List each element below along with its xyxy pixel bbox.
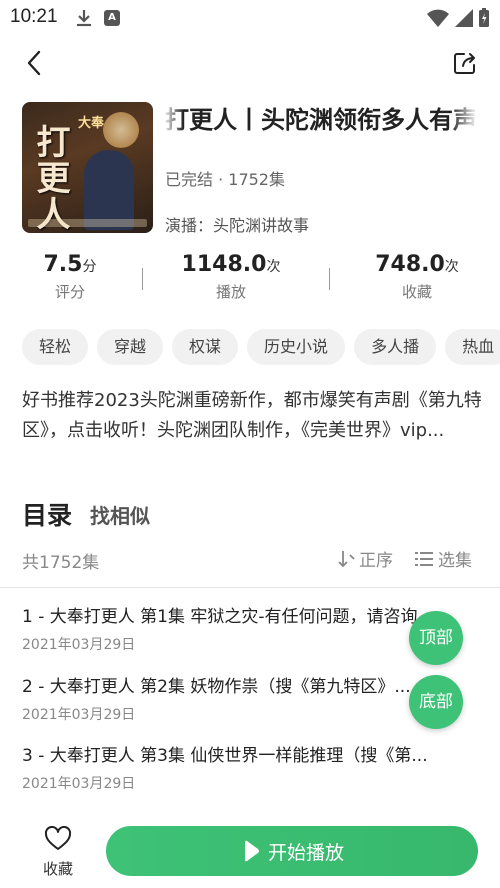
stat-plays-unit: 次 — [266, 259, 281, 275]
list-icon — [415, 551, 433, 566]
tag-chip[interactable]: 多人播 — [354, 329, 437, 365]
book-narrator[interactable]: 演播：头陀渊讲故事 — [165, 212, 309, 236]
select-label: 选集 — [438, 551, 472, 571]
cover-moon — [103, 112, 139, 148]
toc-title[interactable]: 目录 — [22, 496, 72, 532]
tag-chip[interactable]: 历史小说 — [247, 329, 346, 365]
stat-favorites-value: 748.0 — [375, 252, 445, 277]
sort-icon — [338, 550, 355, 567]
scroll-top-button[interactable]: 顶部 — [409, 611, 463, 665]
episode-date: 2021年03月29日 — [22, 776, 136, 792]
find-similar-tab[interactable]: 找相似 — [90, 500, 150, 529]
start-play-button[interactable]: 开始播放 — [106, 826, 478, 876]
book-status: 已完结 · 1752集 — [165, 170, 285, 189]
download-icon — [77, 10, 91, 27]
stat-rating-label: 评分 — [54, 283, 85, 301]
start-play-label: 开始播放 — [267, 841, 344, 864]
status-bar: 10:21 A — [0, 0, 500, 36]
cover-tag: 大奉 — [78, 116, 105, 131]
play-icon — [244, 840, 259, 862]
stat-plays-value: 1148.0 — [181, 252, 267, 277]
favorite-label: 收藏 — [42, 860, 73, 878]
status-time: 10:21 — [10, 6, 58, 27]
cover-caption-strip — [28, 219, 147, 227]
sort-label: 正序 — [359, 551, 393, 571]
episode-title: 3 - 大奉打更人 第3集 仙侠世界一样能推理（搜《第... — [22, 746, 428, 766]
stat-favorites: 748.0次 收藏 — [347, 252, 487, 302]
favorite-button[interactable]: 收藏 — [38, 825, 78, 879]
signal-icon — [455, 9, 473, 27]
stats-row: 7.5分 评分 1148.0次 播放 748.0次 收藏 — [0, 252, 500, 312]
stat-rating-value: 7.5 — [43, 252, 83, 277]
stat-plays-label: 播放 — [215, 283, 246, 301]
share-icon[interactable] — [452, 50, 478, 76]
stat-divider — [329, 268, 330, 290]
stat-plays: 1148.0次 播放 — [161, 252, 301, 302]
stat-favorites-label: 收藏 — [401, 283, 432, 301]
select-episodes-button[interactable]: 选集 — [414, 546, 472, 571]
tag-chip[interactable]: 穿越 — [97, 329, 164, 365]
wifi-icon — [427, 9, 449, 27]
episode-item[interactable]: 3 - 大奉打更人 第3集 仙侠世界一样能推理（搜《第... 2021年03月2… — [22, 743, 482, 793]
tag-chip[interactable]: 权谋 — [172, 329, 239, 365]
status-icons — [426, 8, 490, 28]
cover-figure — [84, 150, 134, 230]
stat-divider — [142, 268, 143, 290]
book-cover[interactable]: 大奉 打更人 — [22, 102, 153, 233]
cover-title: 打更人 — [30, 124, 70, 232]
stat-rating-unit: 分 — [82, 259, 97, 275]
episode-count: 共1752集 — [22, 553, 100, 573]
divider — [0, 587, 500, 588]
tag-chip[interactable]: 轻松 — [22, 329, 89, 365]
app-badge-icon: A — [104, 10, 120, 26]
book-description[interactable]: 好书推荐2023头陀渊重磅新作，都市爆笑有声剧《第九特区》，点击收听！头陀渊团队… — [22, 386, 482, 446]
sort-button[interactable]: 正序 — [338, 546, 393, 571]
stat-favorites-unit: 次 — [444, 259, 459, 275]
back-arrow-icon[interactable] — [22, 48, 48, 78]
stat-rating: 7.5分 评分 — [0, 252, 140, 302]
scroll-bottom-button[interactable]: 底部 — [409, 675, 463, 729]
book-title: 打更人丨头陀渊领衔多人有声剧丨都市爆笑 — [165, 106, 475, 134]
heart-icon — [44, 825, 72, 850]
battery-icon — [479, 8, 489, 27]
tag-chip[interactable]: 热血 — [445, 329, 500, 365]
tag-list: 轻松 穿越 权谋 历史小说 多人播 热血 — [22, 329, 500, 365]
